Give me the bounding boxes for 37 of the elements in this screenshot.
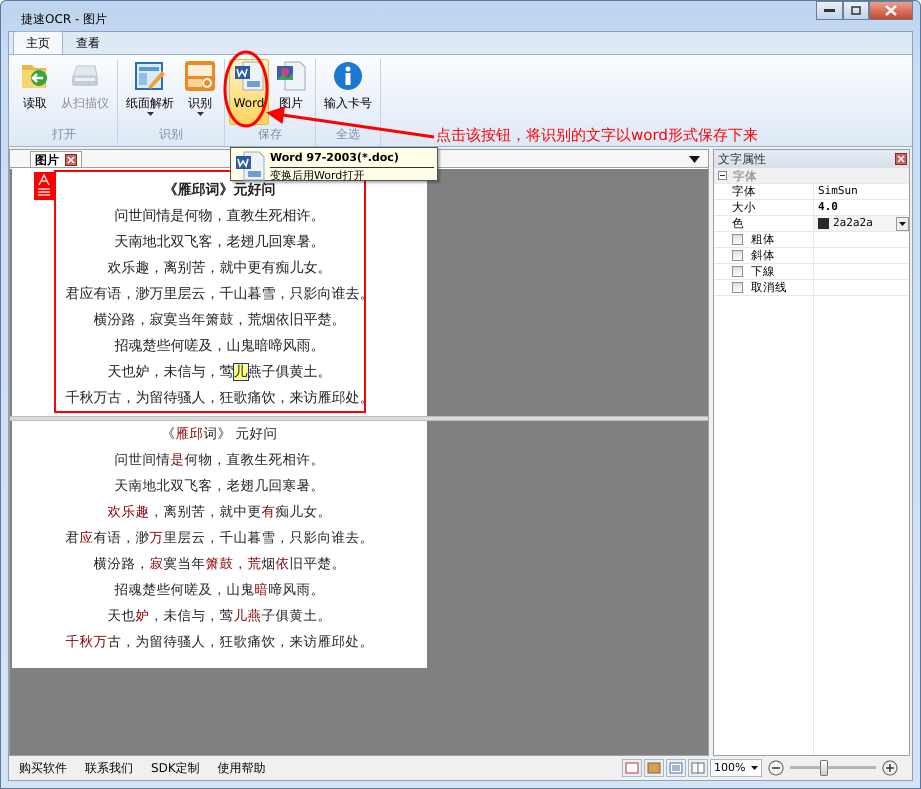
scanned-text-line: 横汾路，寂寞当年箫鼓，荒烟依旧平楚。: [94, 311, 346, 330]
scanned-text-line: 君应有语，渺万里层云，千山暮雪，只影向谁去。: [66, 285, 374, 304]
property-name: 大小: [732, 198, 756, 216]
scanned-text-line: 欢乐趣，离别苦，就中更有痴儿女。: [108, 259, 332, 278]
category-label: 字体: [733, 168, 757, 183]
tooltip-title: Word 97-2003(*.doc): [270, 150, 434, 168]
property-name: 下線: [751, 262, 775, 280]
group-label: 打开: [51, 126, 77, 143]
recognized-text-line: 欢乐趣，离别苦，就中更有痴儿女。: [108, 503, 332, 522]
property-name: 取消线: [751, 278, 787, 296]
property-name: 粗体: [751, 230, 775, 248]
panel-title: 文字属性: [718, 151, 766, 168]
scanned-text-line: 招魂楚些何嗟及，山鬼暗啼风雨。: [114, 337, 324, 356]
recognized-text-line: 天南地北双飞客，老翅几回寒暑。: [114, 477, 324, 496]
group-label: 全选: [335, 126, 361, 143]
group-label: 识别: [158, 126, 184, 143]
group-label: 保存: [257, 126, 283, 143]
scanned-text-line: 千秋万古，为留待骚人，狂歌痛饮，来访雁邱处。: [66, 389, 374, 408]
recognized-text-line: 君应有语，渺万里层云，千山暮雪，只影向谁去。: [66, 529, 374, 548]
recognized-text-line: 横汾路，寂寞当年箫鼓，荒烟依旧平楚。: [94, 555, 346, 574]
recognized-text-line: 天也妒，未信与，莺儿燕子俱黄土。: [108, 607, 332, 626]
property-name: 斜体: [751, 246, 775, 264]
recognized-text-line: 《雁邱词》 元好问: [161, 425, 278, 444]
property-value: 2a2a2a: [833, 215, 873, 232]
scanned-text-line: 问世间情是何物，直教生死相许。: [114, 207, 324, 226]
recognized-text-line: 问世间情是何物，直教生死相许。: [114, 451, 324, 470]
recognized-text-line: 招魂楚些何嗟及，山鬼暗啼风雨。: [114, 581, 324, 600]
annotation-text: 点击该按钮，将识别的文字以word形式保存下来: [436, 125, 758, 146]
tooltip-description: 变换后用Word打开: [270, 168, 366, 182]
scanned-text-line: 天南地北双飞客，老翅几回寒暑。: [114, 233, 324, 252]
property-value: SimSun: [818, 183, 858, 200]
property-name: 色: [732, 214, 744, 232]
scanned-text-line: 《雁邱词》元好问: [164, 181, 276, 200]
property-value: 4.0: [818, 199, 838, 216]
window-title: 捷速OCR - 图片: [20, 11, 108, 28]
property-name: 字体: [732, 182, 756, 200]
recognized-text-line: 千秋万古，为留待骚人，狂歌痛饮，来访雁邱处。: [66, 633, 374, 652]
